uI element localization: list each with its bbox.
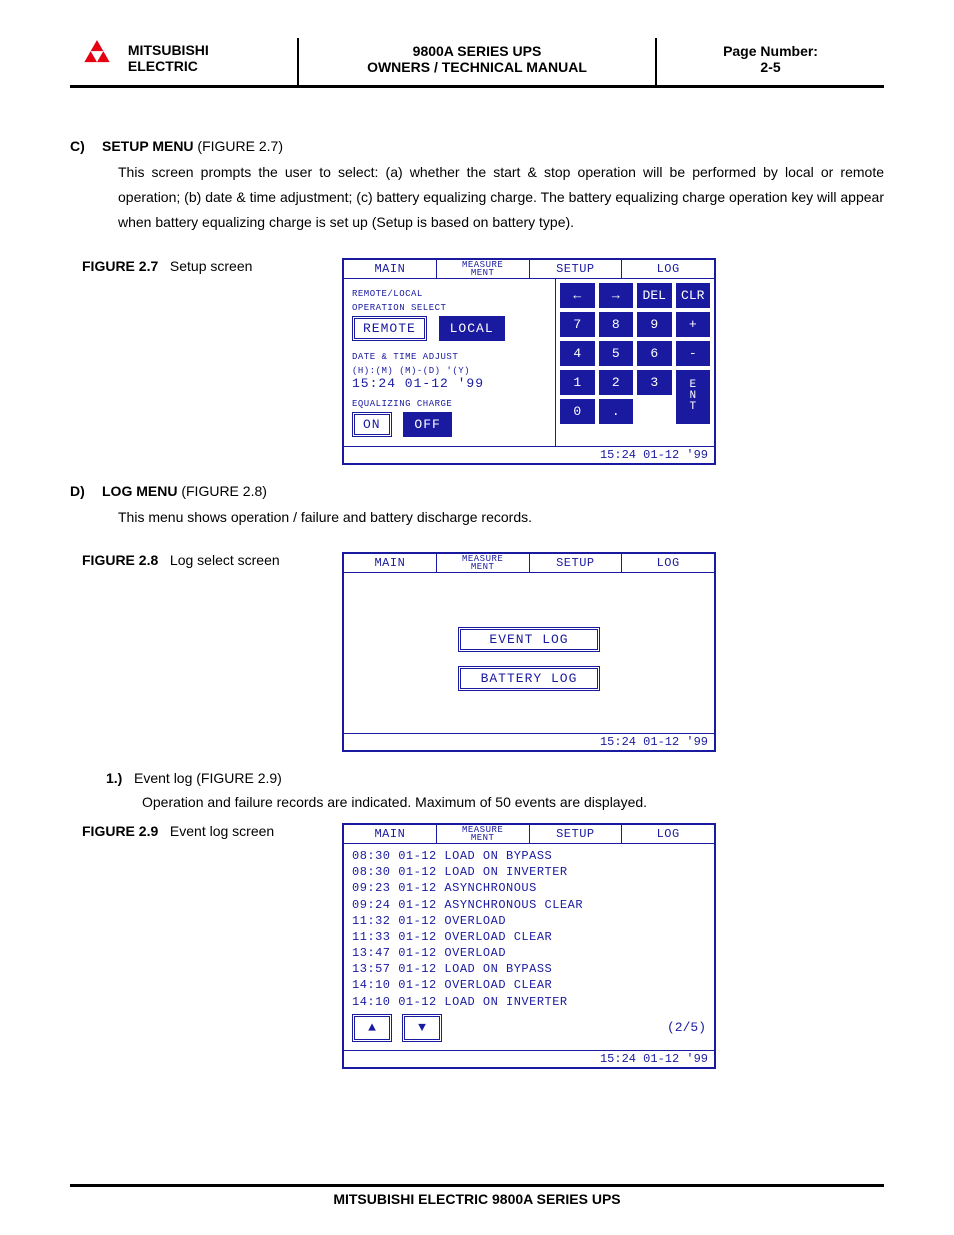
event-log-screen-figure: MAIN MEASUREMENT SETUP LOG 08:30 01-12 L… (342, 823, 716, 1069)
key-3[interactable]: 3 (637, 370, 672, 395)
key-0[interactable]: 0 (560, 399, 595, 424)
key-del[interactable]: DEL (637, 283, 672, 308)
key-1[interactable]: 1 (560, 370, 595, 395)
tab-measurement[interactable]: MEASUREMENT (437, 260, 530, 278)
event-log-line: 11:33 01-12 OVERLOAD CLEAR (352, 929, 706, 945)
status-datetime: 15:24 01-12 '99 (344, 1050, 714, 1067)
remote-local-label-1: REMOTE/LOCAL (352, 289, 547, 299)
tab-log[interactable]: LOG (622, 554, 714, 572)
page-footer: MITSUBISHI ELECTRIC 9800A SERIES UPS (70, 1184, 884, 1207)
tab-main[interactable]: MAIN (344, 554, 437, 572)
datetime-label-2: (H):(M) (M)-(D) '(Y) (352, 366, 547, 376)
sub1-num: 1.) (106, 770, 134, 786)
tab-setup[interactable]: SETUP (530, 825, 623, 843)
equalizing-label: EQUALIZING CHARGE (352, 399, 547, 409)
page-number-label: Page Number: (723, 43, 818, 59)
remote-button[interactable]: REMOTE (352, 316, 427, 341)
doc-title-line1: 9800A SERIES UPS (413, 43, 542, 59)
key-9[interactable]: 9 (637, 312, 672, 337)
event-log-line: 14:10 01-12 LOAD ON INVERTER (352, 994, 706, 1010)
tab-measurement[interactable]: MEASUREMENT (437, 554, 530, 572)
event-log-line: 13:47 01-12 OVERLOAD (352, 945, 706, 961)
fig29-text: Event log screen (170, 823, 274, 839)
datetime-value: 15:24 01-12 '99 (352, 376, 547, 391)
page-number-value: 2-5 (760, 59, 780, 75)
scroll-down-button[interactable]: ▼ (402, 1014, 442, 1042)
tab-main[interactable]: MAIN (344, 825, 437, 843)
tab-setup[interactable]: SETUP (530, 554, 623, 572)
brand-line2: ELECTRIC (128, 58, 198, 74)
keypad: ← → DEL CLR 7 8 9 + 4 5 6 - 1 (560, 283, 710, 424)
event-log-line: 09:24 01-12 ASYNCHRONOUS CLEAR (352, 897, 706, 913)
scroll-up-button[interactable]: ▲ (352, 1014, 392, 1042)
key-left[interactable]: ← (560, 283, 595, 308)
fig27-text: Setup screen (170, 258, 253, 274)
eq-off-button[interactable]: OFF (403, 412, 451, 437)
section-c-letter: C) (70, 138, 102, 154)
remote-local-label-2: OPERATION SELECT (352, 303, 547, 313)
key-8[interactable]: 8 (599, 312, 634, 337)
section-c-title: SETUP MENU (102, 138, 194, 154)
event-log-line: 13:57 01-12 LOAD ON BYPASS (352, 961, 706, 977)
key-ent[interactable]: E N T (676, 370, 711, 424)
brand-line1: MITSUBISHI (128, 42, 209, 58)
event-log-line: 09:23 01-12 ASYNCHRONOUS (352, 880, 706, 896)
sub1-body: Operation and failure records are indica… (142, 790, 884, 815)
key-dot[interactable]: . (599, 399, 634, 424)
status-datetime: 15:24 01-12 '99 (344, 733, 714, 750)
event-log-list: 08:30 01-12 LOAD ON BYPASS08:30 01-12 LO… (352, 848, 706, 1010)
section-d-title: LOG MENU (102, 483, 177, 499)
key-2[interactable]: 2 (599, 370, 634, 395)
section-d-figref: (FIGURE 2.8) (177, 483, 266, 499)
tab-setup[interactable]: SETUP (530, 260, 623, 278)
eq-on-button[interactable]: ON (352, 412, 392, 437)
doc-title-line2: OWNERS / TECHNICAL MANUAL (367, 59, 587, 75)
key-plus[interactable]: + (676, 312, 711, 337)
setup-screen-figure: MAIN MEASUREMENT SETUP LOG REMOTE/LOCAL … (342, 258, 716, 465)
key-6[interactable]: 6 (637, 341, 672, 366)
section-d-body: This menu shows operation / failure and … (118, 505, 884, 530)
local-button[interactable]: LOCAL (439, 316, 505, 341)
mitsubishi-logo-icon (76, 40, 118, 77)
section-c-body: This screen prompts the user to select: … (118, 160, 884, 236)
fig28-label: FIGURE 2.8 (82, 552, 158, 568)
status-datetime: 15:24 01-12 '99 (344, 446, 714, 463)
event-log-line: 08:30 01-12 LOAD ON BYPASS (352, 848, 706, 864)
page-header: MITSUBISHI ELECTRIC 9800A SERIES UPS OWN… (70, 38, 884, 88)
fig28-text: Log select screen (170, 552, 280, 568)
event-log-button[interactable]: EVENT LOG (458, 627, 600, 652)
key-clr[interactable]: CLR (676, 283, 711, 308)
section-d-letter: D) (70, 483, 102, 499)
key-7[interactable]: 7 (560, 312, 595, 337)
log-select-screen-figure: MAIN MEASUREMENT SETUP LOG EVENT LOG BAT… (342, 552, 716, 752)
key-minus[interactable]: - (676, 341, 711, 366)
section-c-figref: (FIGURE 2.7) (194, 138, 283, 154)
page-indicator: (2/5) (667, 1020, 706, 1035)
key-5[interactable]: 5 (599, 341, 634, 366)
datetime-label-1: DATE & TIME ADJUST (352, 352, 547, 362)
fig29-label: FIGURE 2.9 (82, 823, 158, 839)
tab-main[interactable]: MAIN (344, 260, 437, 278)
sub1-title: Event log (FIGURE 2.9) (134, 770, 282, 786)
key-4[interactable]: 4 (560, 341, 595, 366)
tab-log[interactable]: LOG (622, 260, 714, 278)
event-log-line: 11:32 01-12 OVERLOAD (352, 913, 706, 929)
fig27-label: FIGURE 2.7 (82, 258, 158, 274)
battery-log-button[interactable]: BATTERY LOG (458, 666, 600, 691)
key-right[interactable]: → (599, 283, 634, 308)
tab-log[interactable]: LOG (622, 825, 714, 843)
tab-measurement[interactable]: MEASUREMENT (437, 825, 530, 843)
event-log-line: 08:30 01-12 LOAD ON INVERTER (352, 864, 706, 880)
event-log-line: 14:10 01-12 OVERLOAD CLEAR (352, 977, 706, 993)
